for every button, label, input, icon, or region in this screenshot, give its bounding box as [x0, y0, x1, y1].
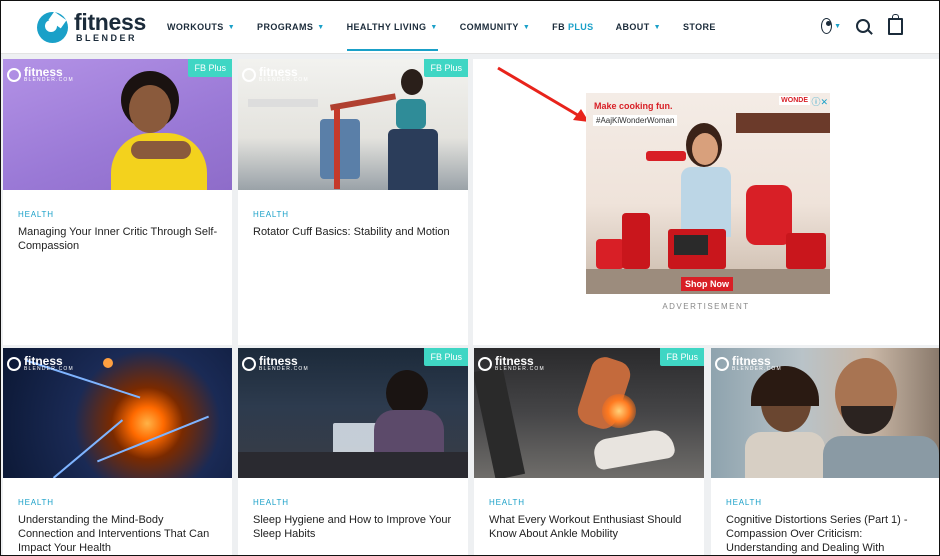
article-image[interactable]: fitness BLENDER.COM FB Plus	[3, 59, 232, 190]
chevron-down-icon: ▼	[522, 23, 531, 31]
article-image[interactable]: fitness BLENDER.COM FB Plus	[238, 348, 468, 478]
user-icon	[821, 18, 833, 34]
article-image[interactable]: fitness BLENDER.COM	[3, 348, 232, 478]
watermark-logo: fitness BLENDER.COM	[478, 355, 545, 372]
article-card[interactable]: fitness BLENDER.COM FB Plus HEALTH What E…	[474, 348, 704, 555]
article-category[interactable]: HEALTH	[18, 498, 54, 507]
search-button[interactable]	[853, 16, 873, 36]
main-nav: WORKOUTS ▼ PROGRAMS ▼ HEALTHY LIVING ▼ COMM…	[167, 1, 738, 53]
article-category[interactable]: HEALTH	[253, 498, 289, 507]
article-card[interactable]: fitness BLENDER.COM HEALTH Understanding …	[3, 348, 232, 555]
watermark-logo: fitness BLENDER.COM	[7, 66, 74, 83]
shop-now-button[interactable]: Shop Now	[681, 277, 733, 291]
watermark-logo: fitness BLENDER.COM	[715, 355, 782, 372]
header-icons: ▼	[809, 13, 905, 36]
nav-programs[interactable]: PROGRAMS ▼	[257, 1, 325, 53]
chevron-down-icon: ▼	[653, 23, 661, 31]
chevron-down-icon: ▼	[834, 22, 841, 30]
search-icon	[856, 19, 870, 33]
ad-headline: Make cooking fun.	[594, 101, 673, 111]
advertisement-banner[interactable]: Make cooking fun. #AajKiWonderWoman WOND…	[586, 93, 830, 294]
fb-plus-badge: FB Plus	[424, 59, 468, 77]
article-card[interactable]: fitness BLENDER.COM HEALTH Cognitive Dist…	[711, 348, 939, 555]
bag-icon	[887, 13, 903, 35]
article-image[interactable]: fitness BLENDER.COM FB Plus	[474, 348, 704, 478]
browser-viewport: fitness BLENDER WORKOUTS ▼ PROGRAMS ▼ HEAL…	[0, 0, 940, 556]
article-image[interactable]: fitness BLENDER.COM FB Plus	[238, 59, 468, 190]
article-category[interactable]: HEALTH	[489, 498, 525, 507]
article-category[interactable]: HEALTH	[726, 498, 762, 507]
account-button[interactable]: ▼	[821, 16, 841, 36]
watermark-logo: fitness BLENDER.COM	[7, 355, 74, 372]
fb-plus-badge: FB Plus	[188, 59, 232, 77]
nav-about[interactable]: ABOUT ▼	[616, 1, 661, 53]
red-arrow-annotation	[497, 66, 589, 122]
nav-store[interactable]: STORE	[683, 1, 716, 53]
article-image[interactable]: fitness BLENDER.COM	[711, 348, 939, 478]
ad-choices-icon[interactable]: ⓘ✕	[811, 95, 828, 108]
chevron-down-icon: ▼	[317, 23, 325, 31]
chevron-down-icon: ▼	[227, 23, 236, 31]
logo-sub: BLENDER	[76, 33, 138, 43]
article-title[interactable]: What Every Workout Enthusiast Should Kno…	[489, 513, 689, 541]
fb-plus-badge: FB Plus	[660, 348, 704, 366]
ad-hashtag: #AajKiWonderWoman	[593, 115, 678, 126]
article-category[interactable]: HEALTH	[18, 210, 54, 219]
article-title[interactable]: Rotator Cuff Basics: Stability and Motio…	[253, 225, 453, 239]
nav-healthy-living[interactable]: HEALTHY LIVING ▼	[346, 1, 438, 53]
article-card[interactable]: fitness BLENDER.COM FB Plus HEALTH Rotato…	[238, 59, 468, 345]
article-title[interactable]: Cognitive Distortions Series (Part 1) - …	[726, 513, 926, 555]
site-header: fitness BLENDER WORKOUTS ▼ PROGRAMS ▼ HEAL…	[1, 1, 939, 54]
nav-workouts[interactable]: WORKOUTS ▼	[167, 1, 235, 53]
site-logo[interactable]: fitness BLENDER	[37, 9, 146, 45]
watermark-logo: fitness BLENDER.COM	[242, 355, 309, 372]
advertisement-label: ADVERTISEMENT	[662, 302, 750, 311]
article-category[interactable]: HEALTH	[253, 210, 289, 219]
nav-community[interactable]: COMMUNITY ▼	[460, 1, 530, 53]
article-card[interactable]: fitness BLENDER.COM FB Plus HEALTH Managi…	[3, 59, 232, 345]
chevron-down-icon: ▼	[430, 23, 438, 31]
ad-slot: Make cooking fun. #AajKiWonderWoman WOND…	[473, 59, 939, 345]
logo-icon	[37, 11, 68, 43]
ad-brand: WONDE	[779, 96, 810, 105]
article-title[interactable]: Understanding the Mind-Body Connection a…	[18, 513, 218, 555]
nav-fb-plus[interactable]: FB PLUS	[552, 1, 593, 53]
logo-word: fitness	[74, 9, 147, 35]
cart-button[interactable]	[885, 13, 905, 36]
article-title[interactable]: Sleep Hygiene and How to Improve Your Sl…	[253, 513, 453, 541]
watermark-logo: fitness BLENDER.COM	[242, 66, 309, 83]
article-card[interactable]: fitness BLENDER.COM FB Plus HEALTH Sleep …	[238, 348, 468, 555]
article-title[interactable]: Managing Your Inner Critic Through Self-…	[18, 225, 218, 253]
fb-plus-badge: FB Plus	[424, 348, 468, 366]
